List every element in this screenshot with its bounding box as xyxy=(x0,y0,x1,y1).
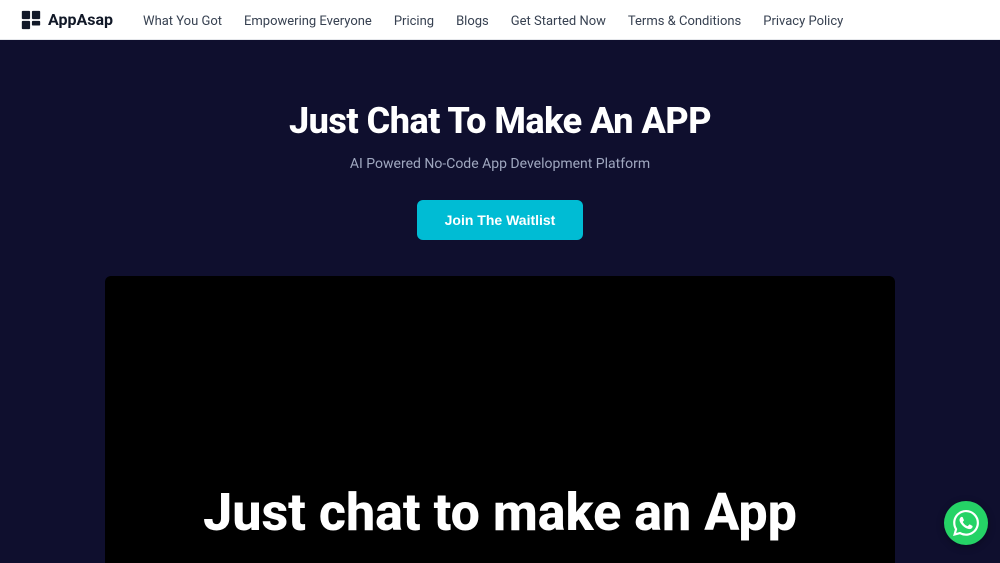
nav-empowering[interactable]: Empowering Everyone xyxy=(244,14,372,29)
whatsapp-icon xyxy=(953,510,979,536)
logo-text: AppAsap xyxy=(48,10,113,29)
hero-subtitle: AI Powered No-Code App Development Platf… xyxy=(350,156,650,172)
navbar: AppAsap What You Got Empowering Everyone… xyxy=(0,0,1000,40)
nav-get-started[interactable]: Get Started Now xyxy=(511,14,606,29)
video-text: Just chat to make an App xyxy=(203,482,797,563)
nav-pricing[interactable]: Pricing xyxy=(394,14,434,29)
hero-video[interactable]: Just chat to make an App xyxy=(105,276,895,563)
logo-link[interactable]: AppAsap xyxy=(20,9,113,31)
join-waitlist-button[interactable]: Join The Waitlist xyxy=(417,200,584,240)
hero-title: Just Chat To Make An APP xyxy=(289,100,711,142)
nav-what-you-got[interactable]: What You Got xyxy=(143,14,222,29)
logo-icon xyxy=(20,9,42,31)
nav-blogs[interactable]: Blogs xyxy=(456,14,489,29)
whatsapp-fab[interactable] xyxy=(944,501,988,545)
nav-links: What You Got Empowering Everyone Pricing… xyxy=(143,10,843,29)
nav-terms[interactable]: Terms & Conditions xyxy=(628,14,741,29)
hero-section: Just Chat To Make An APP AI Powered No-C… xyxy=(0,40,1000,563)
nav-privacy[interactable]: Privacy Policy xyxy=(763,14,843,29)
